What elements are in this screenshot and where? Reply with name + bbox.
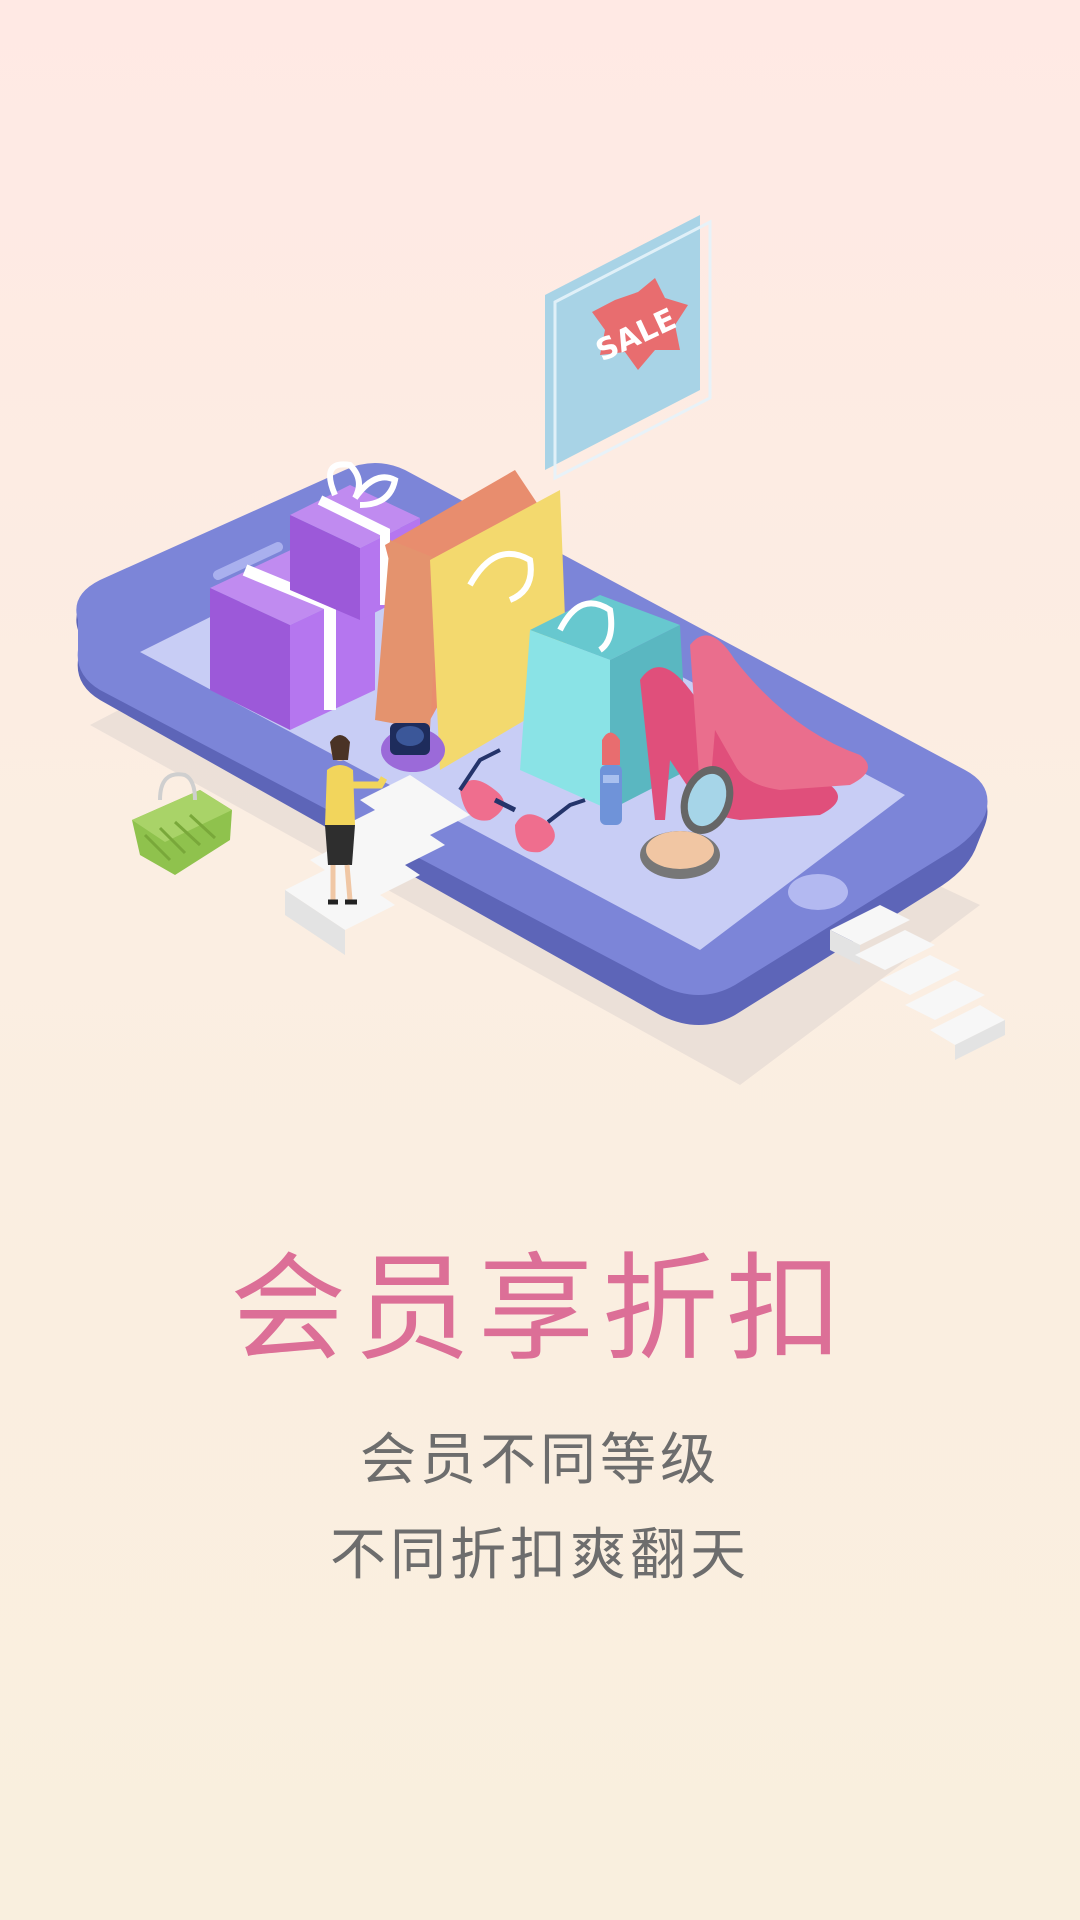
sale-sign: SALE (545, 215, 712, 481)
subtitle-line-1: 会员不同等级 (360, 1428, 720, 1493)
lipstick-icon (600, 732, 622, 825)
page-title: 会员享折扣 (230, 1242, 850, 1377)
hero-illustration: SALE (0, 0, 1080, 1120)
subtitle-line-2: 不同折扣爽翻天 (330, 1523, 750, 1588)
home-button-icon (788, 874, 848, 910)
